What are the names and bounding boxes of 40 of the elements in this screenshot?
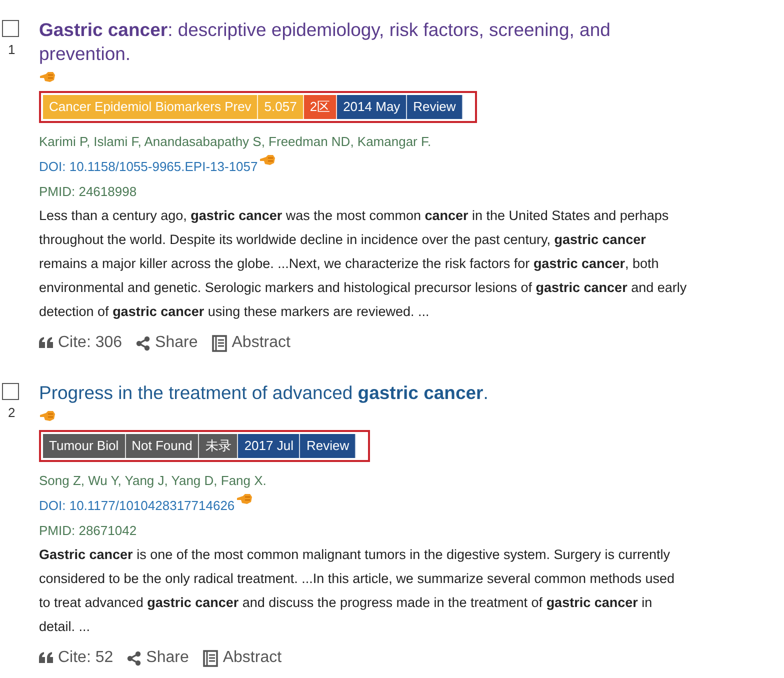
- cite-button[interactable]: Cite: 306: [39, 334, 122, 352]
- journal-badge: 5.057: [258, 95, 304, 119]
- authors-text: Karimi P, Islami F, Anandasabapathy S, Freedman ND, Kamangar F.: [39, 133, 432, 151]
- article-title-link[interactable]: Progress in the treatment of advanced gastric cancer.: [39, 381, 689, 405]
- abstract-button[interactable]: Abstract: [202, 649, 282, 667]
- pointing-hand-icon: [39, 71, 56, 83]
- journal-badge: Review: [407, 95, 463, 119]
- result-number: 2: [8, 405, 16, 420]
- journal-badge: Tumour Biol: [43, 434, 126, 458]
- share-button[interactable]: Share: [127, 649, 189, 667]
- abstract-snippet: Less than a century ago, gastric cancer was the most common cancer in the United States and perhaps throughout the world. Despite its worldwide decline in incidence over the past century, gastric cancer remains a major killer across the globe. ...Next, we characterize the risk factors for gastric cancer, both environmental and genetic. Serologic markers and histological precursor lesions of gastric cancer and early detection of gastric cancer using these markers are reviewed. ...: [39, 207, 688, 321]
- share-icon: [127, 650, 142, 666]
- article-title-link[interactable]: Gastric cancer: descriptive epidemiology, risk factors, screening, and prevention.: [39, 18, 689, 66]
- share-icon: [136, 336, 150, 350]
- journal-badge: 2017 Jul: [238, 434, 300, 458]
- quote-icon: [39, 652, 53, 664]
- pmid-text: PMID: 28671042: [39, 522, 138, 540]
- cite-button[interactable]: Cite: 52: [39, 649, 114, 667]
- pmid-text: PMID: 24618998: [39, 183, 138, 201]
- pointing-hand-icon: [236, 493, 253, 505]
- book-icon: [212, 334, 227, 352]
- share-button[interactable]: Share: [136, 334, 198, 352]
- checkbox[interactable]: [2, 383, 19, 400]
- authors-text: Song Z, Wu Y, Yang J, Yang D, Fang X.: [39, 472, 268, 490]
- journal-badge: 未录: [199, 434, 238, 458]
- journal-badge: Cancer Epidemiol Biomarkers Prev: [43, 95, 258, 119]
- journal-badge: 2014 May: [337, 95, 408, 119]
- book-icon: [202, 650, 218, 666]
- checkbox[interactable]: [2, 20, 19, 37]
- abstract-button[interactable]: Abstract: [212, 334, 290, 352]
- quote-icon: [39, 337, 53, 349]
- journal-badge: Review: [300, 434, 356, 458]
- pointing-hand-icon: [39, 410, 56, 422]
- doi-link[interactable]: DOI: 10.1158/1055-9965.EPI-13-1057: [39, 154, 258, 179]
- journal-badge: Not Found: [126, 434, 200, 458]
- pointing-hand-icon: [258, 154, 276, 166]
- journal-badge: 2区: [304, 95, 338, 119]
- abstract-snippet: Gastric cancer is one of the most common malignant tumors in the digestive system. Surgery is currently considered to be the only radical treatment. ...In this article, we summarize several common methods used to treat advanced gastric cancer and discuss the progress made in the treatment of gastric cancer in detail. ...: [39, 546, 676, 636]
- doi-link[interactable]: DOI: 10.1177/1010428317714626: [39, 493, 235, 518]
- result-number: 1: [8, 42, 16, 57]
